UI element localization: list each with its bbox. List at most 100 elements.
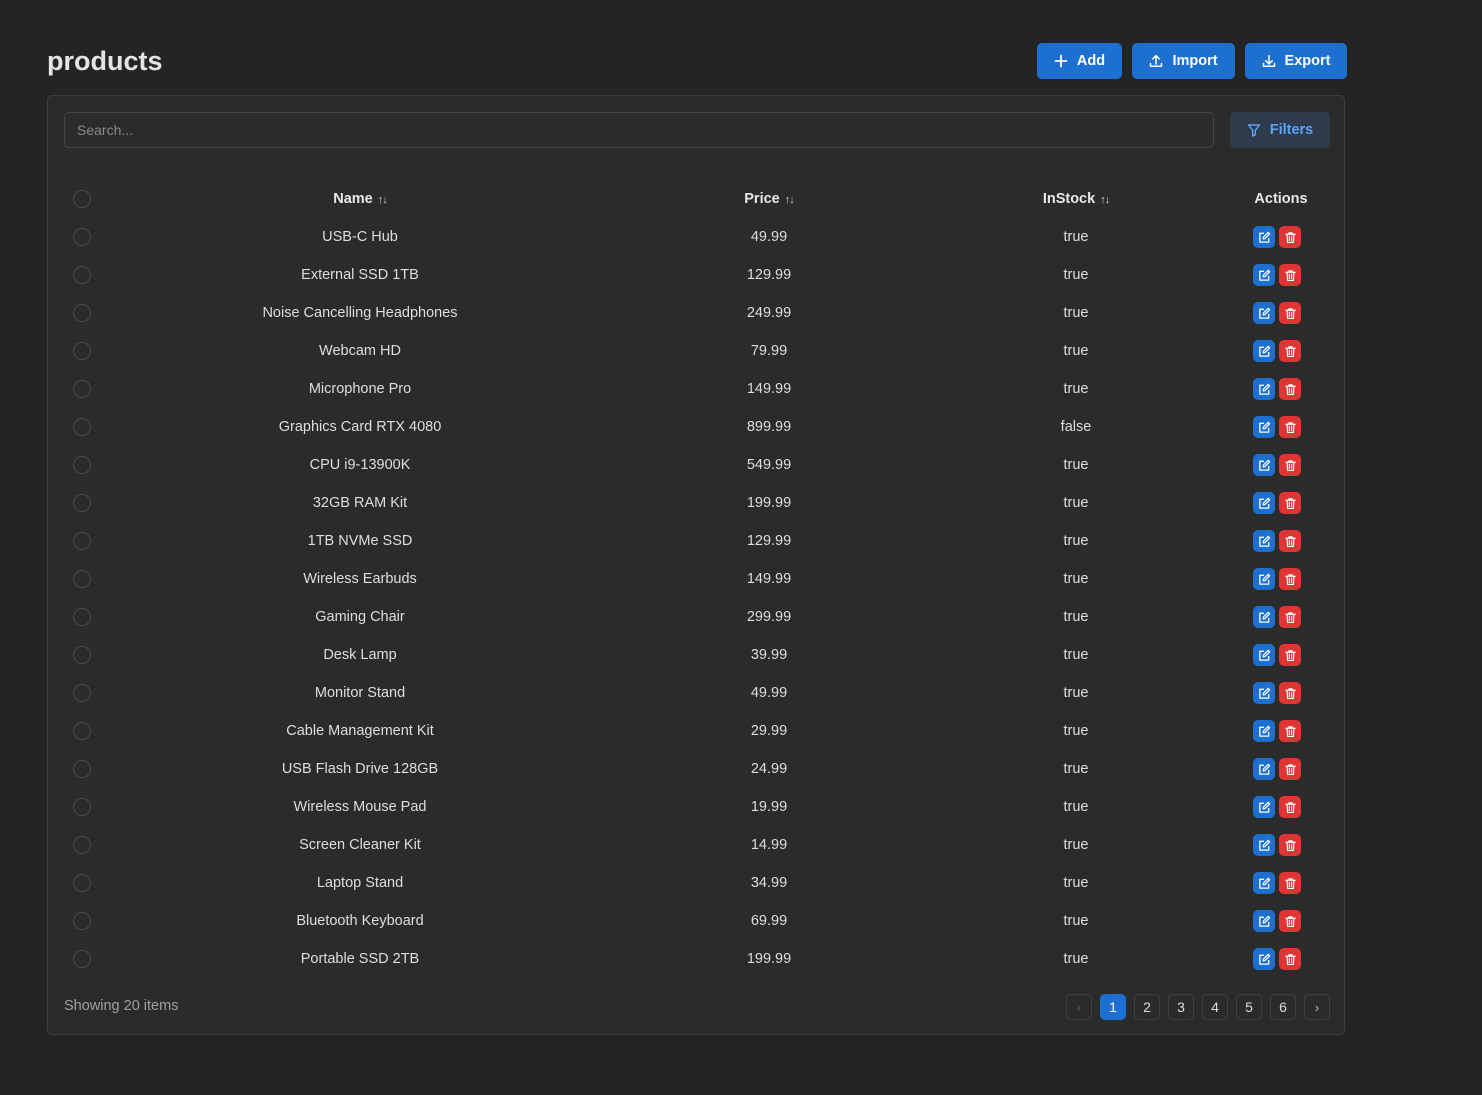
edit-button[interactable] bbox=[1253, 682, 1275, 704]
page-button[interactable]: 2 bbox=[1134, 994, 1160, 1020]
cell-name: CPU i9-13900K bbox=[309, 457, 411, 473]
trash-icon bbox=[1284, 231, 1296, 243]
row-checkbox[interactable] bbox=[73, 950, 91, 968]
edit-button[interactable] bbox=[1253, 264, 1275, 286]
edit-icon bbox=[1258, 231, 1270, 243]
row-checkbox[interactable] bbox=[73, 494, 91, 512]
edit-button[interactable] bbox=[1253, 378, 1275, 400]
page-button[interactable]: 1 bbox=[1100, 994, 1126, 1020]
delete-button[interactable] bbox=[1279, 720, 1301, 742]
delete-button[interactable] bbox=[1279, 416, 1301, 438]
row-checkbox[interactable] bbox=[73, 418, 91, 436]
delete-button[interactable] bbox=[1279, 492, 1301, 514]
cell-actions bbox=[1216, 750, 1346, 788]
delete-button[interactable] bbox=[1279, 302, 1301, 324]
edit-button[interactable] bbox=[1253, 302, 1275, 324]
delete-button[interactable] bbox=[1279, 340, 1301, 362]
page-button[interactable]: 6 bbox=[1270, 994, 1296, 1020]
plus-icon bbox=[1054, 54, 1068, 68]
delete-button[interactable] bbox=[1279, 568, 1301, 590]
edit-button[interactable] bbox=[1253, 796, 1275, 818]
edit-button[interactable] bbox=[1253, 872, 1275, 894]
delete-button[interactable] bbox=[1279, 530, 1301, 552]
edit-button[interactable] bbox=[1253, 492, 1275, 514]
cell-name: USB-C Hub bbox=[322, 229, 398, 245]
row-checkbox[interactable] bbox=[73, 532, 91, 550]
edit-button[interactable] bbox=[1253, 568, 1275, 590]
row-checkbox[interactable] bbox=[73, 266, 91, 284]
edit-button[interactable] bbox=[1253, 606, 1275, 628]
edit-button[interactable] bbox=[1253, 644, 1275, 666]
delete-button[interactable] bbox=[1279, 948, 1301, 970]
products-table: Name ↑↓ Price ↑↓ InStock ↑↓ Actions USB-C H… bbox=[48, 180, 1346, 978]
page-button[interactable]: 4 bbox=[1202, 994, 1228, 1020]
edit-button[interactable] bbox=[1253, 758, 1275, 780]
edit-button[interactable] bbox=[1253, 530, 1275, 552]
delete-button[interactable] bbox=[1279, 682, 1301, 704]
cell-actions bbox=[1216, 332, 1346, 370]
add-button[interactable]: Add bbox=[1037, 43, 1122, 79]
chevron-left-icon[interactable]: ‹ bbox=[1066, 994, 1092, 1020]
delete-button[interactable] bbox=[1279, 264, 1301, 286]
cell-actions bbox=[1216, 940, 1346, 978]
row-checkbox[interactable] bbox=[73, 646, 91, 664]
delete-button[interactable] bbox=[1279, 834, 1301, 856]
cell-actions bbox=[1216, 446, 1346, 484]
trash-icon bbox=[1284, 459, 1296, 471]
page-button[interactable]: 3 bbox=[1168, 994, 1194, 1020]
delete-button[interactable] bbox=[1279, 644, 1301, 666]
edit-button[interactable] bbox=[1253, 834, 1275, 856]
row-checkbox[interactable] bbox=[73, 684, 91, 702]
row-checkbox[interactable] bbox=[73, 570, 91, 588]
row-select-cell bbox=[48, 256, 118, 294]
cell-instock: true bbox=[1063, 647, 1089, 663]
edit-button[interactable] bbox=[1253, 340, 1275, 362]
row-checkbox[interactable] bbox=[73, 380, 91, 398]
delete-button[interactable] bbox=[1279, 606, 1301, 628]
row-checkbox[interactable] bbox=[73, 228, 91, 246]
row-checkbox[interactable] bbox=[73, 912, 91, 930]
select-all-checkbox[interactable] bbox=[73, 190, 91, 208]
delete-button[interactable] bbox=[1279, 910, 1301, 932]
column-header-price[interactable]: Price ↑↓ bbox=[602, 180, 936, 218]
column-header-instock[interactable]: InStock ↑↓ bbox=[936, 180, 1216, 218]
row-checkbox[interactable] bbox=[73, 304, 91, 322]
table-row: 32GB RAM Kit 199.99 true bbox=[48, 484, 1346, 522]
edit-icon bbox=[1258, 953, 1270, 965]
import-button[interactable]: Import bbox=[1132, 43, 1235, 79]
row-checkbox[interactable] bbox=[73, 798, 91, 816]
row-checkbox[interactable] bbox=[73, 836, 91, 854]
trash-icon bbox=[1284, 421, 1296, 433]
edit-button[interactable] bbox=[1253, 226, 1275, 248]
row-checkbox[interactable] bbox=[73, 456, 91, 474]
cell-instock: true bbox=[1063, 609, 1089, 625]
search-input[interactable] bbox=[64, 112, 1214, 148]
edit-icon bbox=[1258, 877, 1270, 889]
page-button[interactable]: 5 bbox=[1236, 994, 1262, 1020]
row-checkbox[interactable] bbox=[73, 722, 91, 740]
edit-button[interactable] bbox=[1253, 416, 1275, 438]
edit-button[interactable] bbox=[1253, 720, 1275, 742]
chevron-right-icon[interactable]: › bbox=[1304, 994, 1330, 1020]
row-checkbox[interactable] bbox=[73, 760, 91, 778]
export-button[interactable]: Export bbox=[1245, 43, 1347, 79]
filters-button[interactable]: Filters bbox=[1230, 112, 1330, 148]
edit-button[interactable] bbox=[1253, 948, 1275, 970]
delete-button[interactable] bbox=[1279, 872, 1301, 894]
delete-button[interactable] bbox=[1279, 758, 1301, 780]
edit-icon bbox=[1258, 459, 1270, 471]
edit-button[interactable] bbox=[1253, 454, 1275, 476]
cell-name: Webcam HD bbox=[319, 343, 401, 359]
delete-button[interactable] bbox=[1279, 796, 1301, 818]
column-header-name[interactable]: Name ↑↓ bbox=[118, 180, 602, 218]
row-checkbox[interactable] bbox=[73, 342, 91, 360]
delete-button[interactable] bbox=[1279, 454, 1301, 476]
row-checkbox[interactable] bbox=[73, 874, 91, 892]
cell-instock: true bbox=[1063, 913, 1089, 929]
cell-price: 14.99 bbox=[750, 837, 788, 853]
cell-price: 549.99 bbox=[746, 457, 792, 473]
delete-button[interactable] bbox=[1279, 378, 1301, 400]
edit-button[interactable] bbox=[1253, 910, 1275, 932]
delete-button[interactable] bbox=[1279, 226, 1301, 248]
row-checkbox[interactable] bbox=[73, 608, 91, 626]
